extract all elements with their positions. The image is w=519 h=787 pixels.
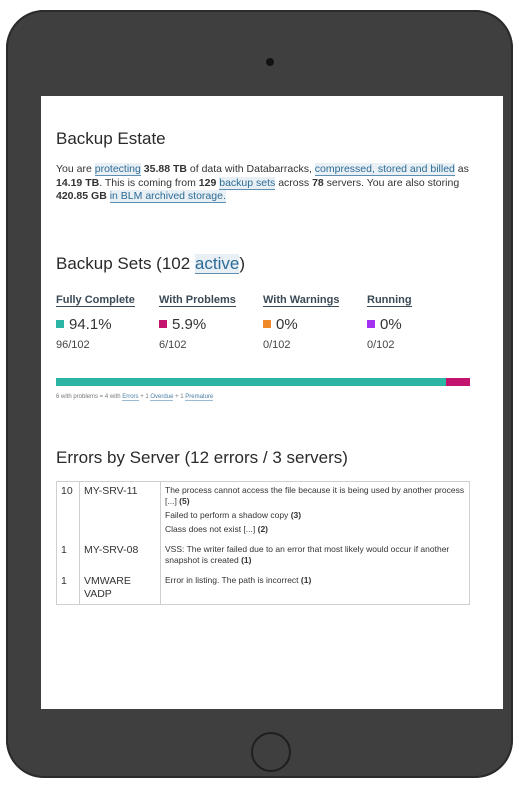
errors-table: 10 MY-SRV-11 The process cannot access t… — [56, 481, 470, 605]
billed-data-value: 14.19 TB — [56, 176, 100, 189]
with-problems-percent-value: 5.9% — [172, 316, 207, 333]
with-problems-percent: 5.9% — [159, 316, 236, 333]
summary-text: You are — [56, 163, 95, 175]
fully-complete-segment — [56, 378, 446, 386]
with-problems-segment — [445, 378, 470, 386]
table-row: 1 VMWARE VADP Error in listing. The path… — [56, 572, 470, 605]
stat-running: Running 0% 0/102 — [367, 294, 412, 351]
compressed-stored-billed-link[interactable]: compressed, stored and billed — [314, 163, 455, 176]
backup-sets-link[interactable]: backup sets — [219, 176, 276, 190]
summary-text: . This is coming from — [99, 176, 199, 189]
overdue-link[interactable]: Overdue — [150, 394, 174, 401]
stat-with-problems: With Problems 5.9% 6/102 — [159, 294, 236, 351]
error-message: Error in listing. The path is incorrect … — [165, 575, 465, 586]
error-message-text: Class does not exist [...] — [165, 524, 258, 534]
error-message-text: VSS: The writer failed due to an error t… — [165, 544, 450, 565]
home-button[interactable] — [251, 732, 291, 772]
with-warnings-count: 0/102 — [263, 339, 291, 351]
running-link[interactable]: Running — [367, 294, 412, 307]
blm-size-value: 420.85 GB — [56, 190, 107, 202]
stat-fully-complete: Fully Complete 94.1% 96/102 — [56, 294, 135, 351]
error-message: Class does not exist [...] (2) — [165, 524, 465, 535]
error-message: VSS: The writer failed due to an error t… — [165, 544, 465, 566]
magenta-swatch-icon — [159, 320, 167, 328]
note-text: + 1 — [138, 394, 151, 400]
problems-breakdown-note: 6 with problems = 4 with Errors + 1 Over… — [56, 394, 214, 401]
teal-swatch-icon — [56, 320, 64, 328]
error-message-text: Error in listing. The path is incorrect — [165, 575, 301, 585]
backup-sets-heading: Backup Sets (102 active) — [56, 254, 245, 274]
table-row: 1 MY-SRV-08 VSS: The writer failed due t… — [56, 541, 470, 572]
error-message: Failed to perform a shadow copy (3) — [165, 510, 465, 521]
error-occurrences: (3) — [290, 510, 302, 520]
fully-complete-count: 96/102 — [56, 339, 90, 351]
fully-complete-percent-value: 94.1% — [69, 316, 112, 333]
fully-complete-percent: 94.1% — [56, 316, 135, 333]
with-warnings-percent: 0% — [263, 316, 339, 333]
error-message-text: Failed to perform a shadow copy — [165, 510, 291, 520]
premature-link[interactable]: Premature — [185, 394, 214, 401]
server-name: VMWARE VADP — [79, 572, 161, 605]
backup-sets-heading-text: ) — [239, 254, 246, 273]
error-message: The process cannot access the file becau… — [165, 485, 465, 507]
error-occurrences: (1) — [241, 555, 252, 565]
summary-text: servers. You are also storing — [323, 176, 460, 189]
stat-with-warnings: With Warnings 0% 0/102 — [263, 294, 340, 351]
backup-sets-heading-text: Backup Sets (102 — [56, 254, 195, 273]
error-count: 1 — [56, 541, 80, 572]
summary-text: as — [454, 163, 469, 175]
backup-sets-count: 129 — [198, 176, 217, 189]
screen: Backup Estate You are protecting 35.88 T… — [41, 96, 503, 709]
error-occurrences: (5) — [179, 496, 190, 506]
purple-swatch-icon — [367, 320, 375, 328]
summary-text: of data with Databarracks, — [186, 163, 315, 175]
error-messages: The process cannot access the file becau… — [161, 482, 470, 542]
with-warnings-percent-value: 0% — [276, 316, 298, 333]
total-data-value: 35.88 TB — [143, 163, 187, 175]
orange-swatch-icon — [263, 320, 271, 328]
active-link[interactable]: active — [194, 254, 240, 274]
error-messages: Error in listing. The path is incorrect … — [161, 572, 470, 605]
tablet-frame: Backup Estate You are protecting 35.88 T… — [6, 10, 513, 778]
note-text: + 1 — [173, 394, 186, 400]
backup-estate-summary: You are protecting 35.88 TB of data with… — [56, 163, 481, 204]
running-count: 0/102 — [367, 339, 395, 351]
fully-complete-link[interactable]: Fully Complete — [56, 294, 135, 307]
protecting-link[interactable]: protecting — [94, 163, 141, 176]
error-count: 10 — [56, 481, 80, 541]
server-name: MY-SRV-08 — [79, 541, 161, 572]
servers-count: 78 — [312, 176, 324, 189]
error-occurrences: (2) — [257, 524, 268, 534]
with-problems-count: 6/102 — [159, 339, 187, 351]
error-messages: VSS: The writer failed due to an error t… — [161, 541, 470, 572]
with-warnings-link[interactable]: With Warnings — [263, 294, 340, 307]
camera-dot — [266, 58, 274, 66]
error-message-text: The process cannot access the file becau… — [165, 485, 465, 506]
table-row: 10 MY-SRV-11 The process cannot access t… — [56, 481, 470, 542]
errors-by-server-heading: Errors by Server (12 errors / 3 servers) — [56, 448, 348, 467]
error-count: 1 — [56, 572, 80, 605]
errors-link[interactable]: Errors — [122, 394, 139, 401]
note-text: 6 with problems = 4 with — [56, 394, 123, 400]
error-occurrences: (1) — [300, 575, 312, 585]
summary-text: across — [275, 176, 313, 189]
server-name: MY-SRV-11 — [79, 481, 161, 541]
backup-status-bar — [56, 378, 470, 386]
blm-archived-storage-link[interactable]: in BLM archived storage. — [109, 190, 226, 203]
running-percent-value: 0% — [380, 316, 402, 333]
backup-estate-heading: Backup Estate — [56, 129, 166, 148]
with-problems-link[interactable]: With Problems — [159, 294, 236, 307]
running-percent: 0% — [367, 316, 412, 333]
